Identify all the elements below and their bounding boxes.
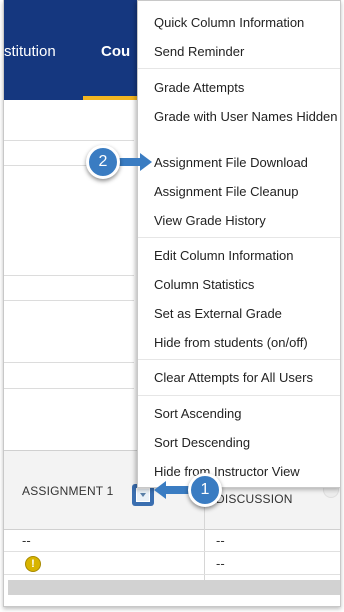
menu-item-grade-with-user-names-hidden[interactable]: Grade with User Names Hidden <box>154 108 339 126</box>
tab-courses[interactable]: Cou <box>101 43 130 60</box>
divider <box>4 275 134 276</box>
table-row: -- -- <box>4 530 340 552</box>
callout-arrow-head <box>140 153 152 171</box>
divider <box>4 300 134 301</box>
column-header-discussion[interactable]: DISCUSSION <box>216 492 293 506</box>
callout-arrow-head <box>154 481 166 499</box>
menu-item-sort-ascending[interactable]: Sort Ascending <box>154 405 339 423</box>
grade-cell[interactable]: -- <box>216 556 225 571</box>
divider <box>4 362 134 363</box>
app-frame: stitution Cou ASSIGNMENT 1 DISCUSSION --… <box>3 0 341 607</box>
horizontal-scrollbar[interactable] <box>8 580 340 595</box>
menu-item-sort-descending[interactable]: Sort Descending <box>154 434 339 452</box>
menu-divider <box>138 237 340 238</box>
step-1-callout: 1 <box>188 473 222 507</box>
menu-item-hide-from-instructor-view[interactable]: Hide from Instructor View <box>154 463 339 481</box>
divider <box>4 140 134 141</box>
step-2-callout: 2 <box>86 145 120 179</box>
menu-item-grade-attempts[interactable]: Grade Attempts <box>154 79 339 97</box>
menu-divider <box>138 68 340 69</box>
menu-item-edit-column-information[interactable]: Edit Column Information <box>154 247 339 265</box>
menu-item-quick-column-information[interactable]: Quick Column Information <box>154 14 339 32</box>
chevron-down-icon <box>136 488 150 502</box>
column-header-assignment-1[interactable]: ASSIGNMENT 1 <box>22 484 114 498</box>
divider <box>4 388 134 389</box>
menu-item-hide-from-students[interactable]: Hide from students (on/off) <box>154 334 339 352</box>
menu-item-assignment-file-cleanup[interactable]: Assignment File Cleanup <box>154 183 339 201</box>
grade-cell[interactable]: -- <box>216 533 225 548</box>
tab-institution[interactable]: stitution <box>4 43 56 60</box>
menu-item-column-statistics[interactable]: Column Statistics <box>154 276 339 294</box>
table-row: ! -- <box>4 553 340 575</box>
grade-cell[interactable]: -- <box>22 533 31 548</box>
warning-icon[interactable]: ! <box>25 556 41 572</box>
menu-item-assignment-file-download[interactable]: Assignment File Download <box>154 154 339 172</box>
menu-item-set-as-external-grade[interactable]: Set as External Grade <box>154 305 339 323</box>
menu-item-clear-attempts-for-all-users[interactable]: Clear Attempts for All Users <box>154 369 339 387</box>
menu-divider <box>138 359 340 360</box>
menu-divider <box>138 395 340 396</box>
menu-item-view-grade-history[interactable]: View Grade History <box>154 212 339 230</box>
column-context-menu: Quick Column Information Send Reminder G… <box>137 0 340 488</box>
menu-item-send-reminder[interactable]: Send Reminder <box>154 43 339 61</box>
